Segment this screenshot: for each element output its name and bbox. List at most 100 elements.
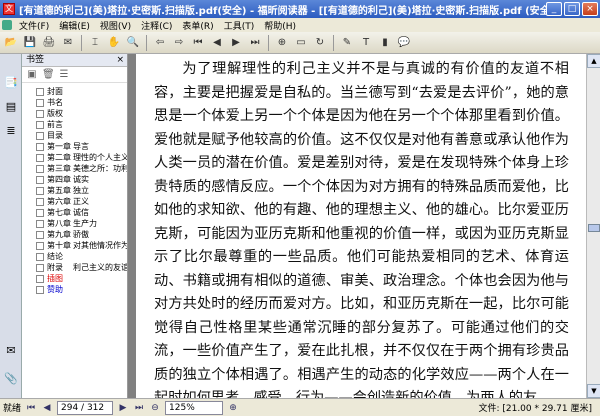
maximize-button[interactable]: □ (564, 2, 580, 16)
zoom-out-button[interactable]: ⊖ (149, 402, 161, 414)
bookmark-page-icon (36, 197, 44, 206)
highlight-icon[interactable]: ▮ (377, 35, 393, 51)
bookmark-page-icon (36, 252, 44, 261)
prev-page-button[interactable]: ◀ (41, 402, 53, 414)
bookmark-item[interactable]: 第七章 诚信 (36, 207, 127, 218)
bookmark-icon[interactable]: 📑 (4, 76, 18, 90)
comment-icon[interactable]: 💬 (396, 35, 412, 51)
toolbar-separator (333, 34, 334, 51)
prev-page-icon[interactable]: ◀ (209, 35, 225, 51)
layers-icon[interactable]: ≣ (4, 124, 18, 138)
pages-icon[interactable]: ▤ (4, 100, 18, 114)
attachment-icon[interactable]: 📎 (4, 372, 18, 386)
bookmark-item[interactable]: 第十章 对其他情况作为 (36, 240, 127, 251)
bookmark-item[interactable]: 结论 (36, 251, 127, 262)
sidebar-strip: 📑 ▤ ≣ ✉ 📎 (0, 54, 22, 398)
save-icon[interactable]: 💾 (22, 35, 38, 51)
document-view[interactable]: 为了理解理性的利己主义并不是与真诚的有价值的友道不相容，主要是把握爱是自私的。当… (128, 54, 586, 398)
bookmark-options-icon[interactable]: ☰ (58, 69, 70, 81)
bookmark-item[interactable]: 书名 (36, 97, 127, 108)
forward-icon[interactable]: ⇨ (171, 35, 187, 51)
window-title: [有道德的利己](美)塔拉·史密斯.扫描版.pdf(安全) - 福昕阅读器 - … (19, 5, 546, 17)
bookmark-item[interactable]: 第九章 骄傲 (36, 229, 127, 240)
bookmark-item[interactable]: 赞助 (36, 284, 127, 295)
scroll-thumb[interactable] (588, 224, 600, 232)
menu-item-2[interactable]: 视图(V) (95, 19, 136, 32)
bookmark-item[interactable]: 第五章 独立 (36, 185, 127, 196)
close-button[interactable]: × (582, 2, 598, 16)
select-icon[interactable]: ⌶ (87, 35, 103, 51)
bookmark-item[interactable]: 前言 (36, 119, 127, 130)
bookmark-sublabel: 对其他情况作为 (73, 241, 127, 250)
bookmark-label: 封面 (47, 87, 63, 96)
bookmark-label: 书名 (47, 98, 63, 107)
bookmark-label: 第三章 (47, 164, 71, 173)
hand-icon[interactable]: ✋ (106, 35, 122, 51)
bookmark-panel-close-button[interactable]: × (116, 54, 127, 66)
bookmark-page-icon (36, 208, 44, 217)
print-icon[interactable]: 🖨 (41, 35, 57, 51)
menu-item-6[interactable]: 帮助(H) (259, 19, 301, 32)
bookmark-item[interactable]: 版权 (36, 108, 127, 119)
comments-icon[interactable]: ✉ (4, 344, 18, 358)
scroll-up-button[interactable]: ▲ (587, 54, 600, 68)
bookmark-item[interactable]: 附录 利己主义的友谊 (36, 262, 127, 273)
toolbar-separator (146, 34, 147, 51)
last-page-button[interactable]: ⏭ (133, 402, 145, 414)
delete-bookmark-icon[interactable]: 🗑 (42, 69, 55, 81)
back-icon[interactable]: ⇦ (152, 35, 168, 51)
bookmark-sublabel: 美德之所：功利 (73, 164, 127, 173)
bookmark-sublabel: 正义 (73, 197, 89, 206)
bookmark-sublabel: 诚信 (73, 208, 89, 217)
bookmark-item[interactable]: 第二章 理性的个人主义 (36, 152, 127, 163)
next-page-icon[interactable]: ▶ (228, 35, 244, 51)
open-icon[interactable]: 📂 (3, 35, 19, 51)
bookmark-sublabel: 生产力 (73, 219, 97, 228)
menu-item-1[interactable]: 编辑(E) (54, 19, 95, 32)
email-icon[interactable]: ✉ (60, 35, 76, 51)
bookmark-item[interactable]: 第一章 导言 (36, 141, 127, 152)
bookmark-item[interactable]: 第六章 正义 (36, 196, 127, 207)
note-icon[interactable]: ✎ (339, 35, 355, 51)
bookmark-item[interactable]: 封面 (36, 86, 127, 97)
zoom-in-icon[interactable]: ⊕ (274, 35, 290, 51)
bookmark-page-icon (36, 87, 44, 96)
vertical-scrollbar[interactable]: ▲ ▼ (586, 54, 600, 398)
bookmark-item[interactable]: 目录 (36, 130, 127, 141)
title-bar: 文 [有道德的利己](美)塔拉·史密斯.扫描版.pdf(安全) - 福昕阅读器 … (0, 0, 600, 18)
bookmark-item[interactable]: 插图 (36, 273, 127, 284)
bookmark-page-icon (36, 131, 44, 140)
menu-item-0[interactable]: 文件(F) (14, 19, 54, 32)
bookmark-page-icon (36, 274, 44, 283)
menu-item-5[interactable]: 工具(T) (219, 19, 260, 32)
menu-item-4[interactable]: 表单(R) (177, 19, 218, 32)
bookmark-label: 第一章 (47, 142, 71, 151)
scroll-down-button[interactable]: ▼ (587, 384, 600, 398)
bookmark-page-icon (36, 120, 44, 129)
bookmark-item[interactable]: 第三章 美德之所：功利 (36, 163, 127, 174)
last-page-icon[interactable]: ⏭ (247, 35, 263, 51)
zoom-in-button[interactable]: ⊕ (227, 402, 239, 414)
bookmark-tools: ▣ 🗑 ☰ (22, 67, 127, 83)
zoom-select[interactable]: 125% (165, 400, 224, 415)
minimize-button[interactable]: _ (546, 2, 562, 16)
bookmark-page-icon (36, 285, 44, 294)
bookmark-page-icon (36, 98, 44, 107)
page-text: 为了理解理性的利己主义并不是与真诚的有价值的友道不相容，主要是把握爱是自私的。当… (154, 58, 569, 398)
typewriter-icon[interactable]: T (358, 35, 374, 51)
first-page-button[interactable]: ⏮ (25, 402, 37, 414)
rotate-icon[interactable]: ↻ (312, 35, 328, 51)
bookmark-label: 版权 (47, 109, 63, 118)
first-page-icon[interactable]: ⏮ (190, 35, 206, 51)
bookmark-label: 第七章 (47, 208, 71, 217)
fit-page-icon[interactable]: ▭ (293, 35, 309, 51)
zoom-icon[interactable]: 🔍 (125, 35, 141, 51)
bookmark-item[interactable]: 第四章 诚实 (36, 174, 127, 185)
expand-bookmark-icon[interactable]: ▣ (26, 69, 38, 81)
bookmark-label: 第九章 (47, 230, 71, 239)
bookmark-item[interactable]: 第八章 生产力 (36, 218, 127, 229)
next-page-button[interactable]: ▶ (117, 402, 129, 414)
page-number-input[interactable]: 294 / 312 (57, 400, 114, 415)
menu-item-3[interactable]: 注释(C) (136, 19, 177, 32)
bookmark-label: 目录 (47, 131, 63, 140)
